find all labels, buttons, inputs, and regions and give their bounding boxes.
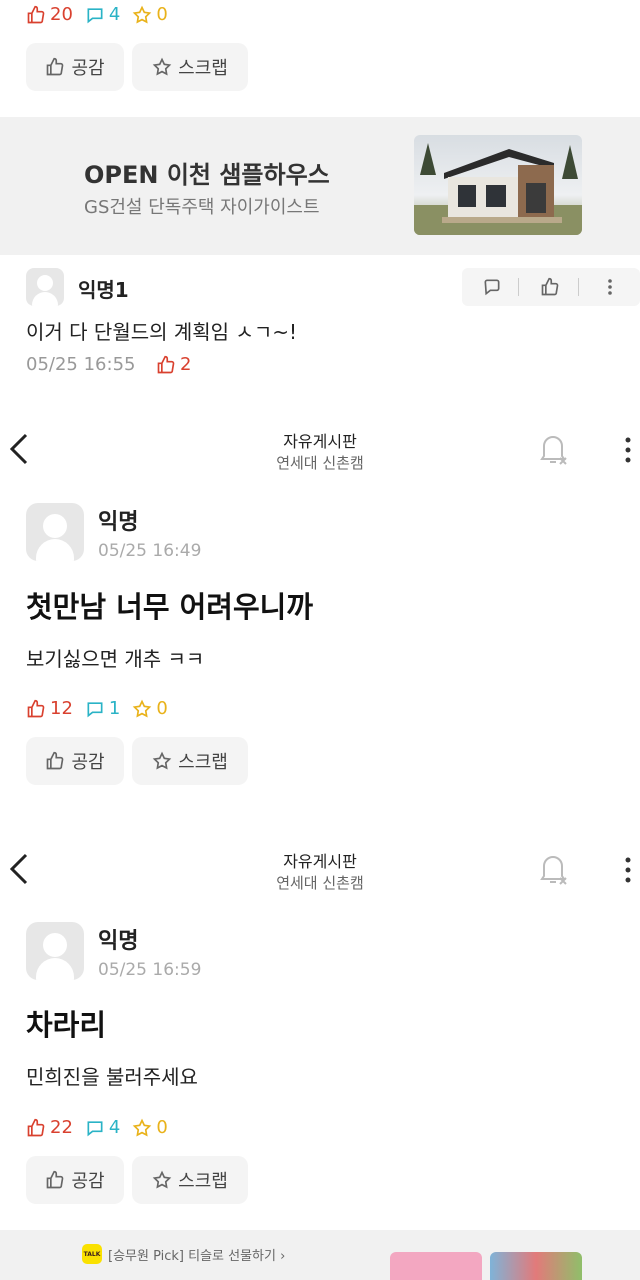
bottom-ad-banner[interactable]: TALK [승무원 Pick] 티슬로 선물하기 › [0, 1230, 640, 1280]
thumbs-up-icon [47, 57, 64, 76]
star-icon [133, 699, 152, 718]
scrap-count: 0 [132, 698, 168, 719]
comment-text: 이거 다 단월드의 계획임 ㅅㄱ~! [26, 320, 298, 344]
divider [578, 278, 579, 296]
scrap-button[interactable]: 스크랩 [132, 737, 248, 785]
star-icon [152, 57, 172, 76]
post-author: 익명 [98, 929, 139, 954]
like-count: 22 [26, 1117, 73, 1138]
like-count: 20 [26, 4, 73, 25]
comment-like-button[interactable] [540, 277, 560, 301]
star-icon [133, 5, 152, 24]
comment-count: 4 [85, 4, 120, 25]
comment-author: 익명1 [78, 278, 129, 302]
more-vertical-icon [625, 857, 631, 883]
ad-house-image [414, 135, 582, 235]
avatar [26, 503, 84, 561]
thumbs-up-icon [27, 1118, 45, 1136]
post-time: 05/25 16:49 [98, 541, 202, 561]
comment-time: 05/25 16:55 [26, 354, 136, 375]
notification-off-button[interactable] [538, 432, 570, 470]
thumbs-up-icon [47, 1170, 64, 1189]
comment-icon [87, 7, 103, 23]
star-icon [152, 1170, 172, 1189]
like-button[interactable]: 공감 [26, 43, 124, 91]
scrap-button[interactable]: 스크랩 [132, 1156, 248, 1204]
comment-actions [462, 268, 640, 306]
ad-product-image [390, 1252, 482, 1280]
star-icon [133, 1118, 152, 1137]
avatar [26, 922, 84, 980]
post-stats: 22 4 0 [26, 1117, 180, 1138]
bell-off-icon [540, 856, 567, 885]
more-vertical-icon [608, 279, 612, 295]
thumbs-up-icon [157, 355, 175, 373]
comment-count: 1 [85, 698, 120, 719]
like-count: 12 [26, 698, 73, 719]
post-body: 민희진을 불러주세요 [26, 1065, 198, 1089]
comment-count: 4 [85, 1117, 120, 1138]
bottom-ad-text: [승무원 Pick] 티슬로 선물하기 › [108, 1249, 286, 1264]
post-body: 보기싫으면 개추 ㅋㅋ [26, 647, 205, 671]
like-button[interactable]: 공감 [26, 737, 124, 785]
thumbs-up-icon [27, 699, 45, 717]
post-time: 05/25 16:59 [98, 960, 202, 980]
post-stats: 12 1 0 [26, 698, 180, 719]
kakaotalk-icon: TALK [82, 1244, 102, 1264]
more-menu-button[interactable] [622, 856, 634, 888]
notification-off-button[interactable] [538, 852, 570, 890]
scrap-count: 0 [132, 4, 168, 25]
post-author: 익명 [98, 510, 139, 535]
thumbs-up-icon [47, 751, 64, 770]
more-menu-button[interactable] [622, 436, 634, 468]
comment-icon [87, 701, 103, 717]
comment-like-count: 2 [156, 354, 191, 375]
divider [518, 278, 519, 296]
comment-icon [484, 279, 500, 296]
post-title: 차라리 [26, 1008, 107, 1042]
thumbs-up-icon [541, 277, 559, 296]
bell-off-icon [540, 436, 567, 465]
comment-icon [87, 1120, 103, 1136]
scrap-button[interactable]: 스크랩 [132, 43, 248, 91]
ad-title: OPEN 이천 샘플하우스 [84, 161, 330, 189]
ad-banner[interactable]: OPEN 이천 샘플하우스 GS건설 단독주택 자이가이스트 [0, 117, 640, 255]
more-vertical-icon [625, 437, 631, 463]
reply-button[interactable] [482, 277, 502, 301]
ad-subtitle: GS건설 단독주택 자이가이스트 [84, 197, 320, 218]
scrap-count: 0 [132, 1117, 168, 1138]
top-post-stats: 20 4 0 [26, 4, 180, 25]
post-title: 첫만남 너무 어려우니까 [26, 590, 313, 624]
avatar [26, 268, 64, 306]
star-icon [152, 751, 172, 770]
like-button[interactable]: 공감 [26, 1156, 124, 1204]
comment-more-button[interactable] [602, 277, 618, 301]
ad-product-image [490, 1252, 582, 1280]
thumbs-up-icon [27, 5, 45, 23]
